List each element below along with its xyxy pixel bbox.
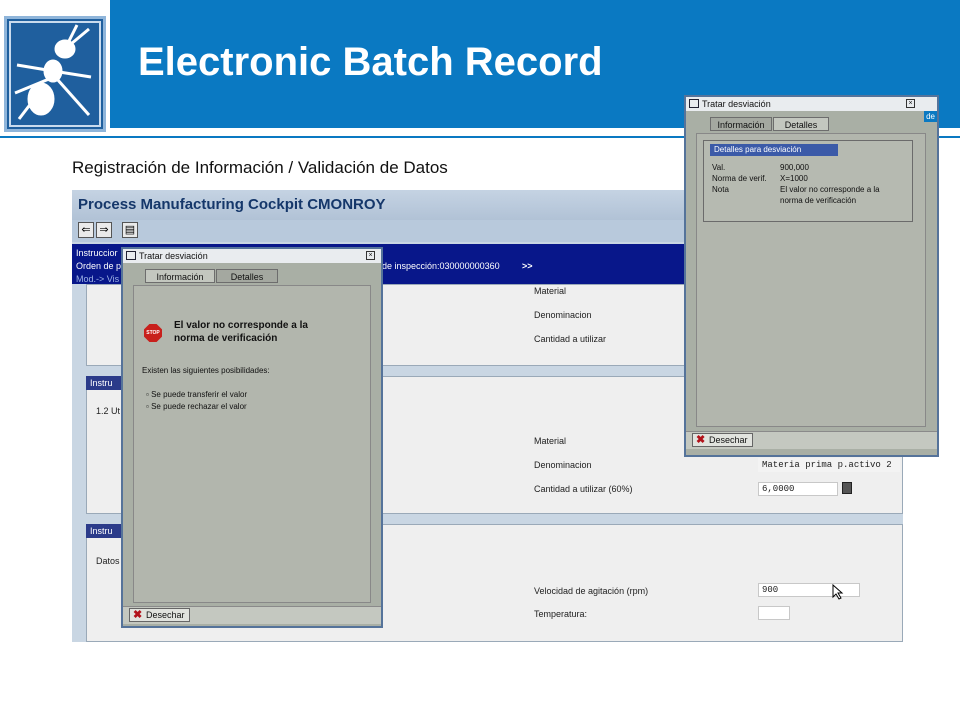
tab-detalles[interactable]: Detalles — [216, 269, 278, 283]
dialog-title: Tratar desviación — [139, 251, 208, 261]
dialog-info-body: STOP El valor no corresponde a la norma … — [133, 285, 371, 603]
section-2-header: Instru — [86, 376, 122, 390]
ant-logo-icon — [7, 19, 103, 129]
expand-link[interactable]: >> — [522, 261, 533, 271]
close-icon: ✖ — [133, 609, 143, 621]
option-item: ▫ Se puede transferir el valor — [146, 390, 248, 399]
denominacion-value: Materia prima p.activo 2 — [758, 458, 900, 472]
desechar-button[interactable]: ✖ Desechar — [129, 608, 190, 622]
arrow-right-icon[interactable]: ⇒ — [96, 222, 112, 238]
calculator-icon[interactable] — [842, 482, 852, 494]
tab-informacion[interactable]: Información — [145, 269, 215, 283]
cantidad-label: Cantidad a utilizar — [534, 334, 607, 344]
tab-informacion[interactable]: Información — [710, 117, 772, 131]
arrow-left-icon[interactable]: ⇐ — [78, 222, 94, 238]
option-item: ▫ Se puede rechazar el valor — [146, 402, 247, 411]
logo-frame — [4, 16, 106, 132]
options-intro: Existen las siguientes posibilidades: — [142, 366, 270, 375]
val-label: Val. — [712, 163, 726, 172]
close-icon[interactable]: × — [906, 99, 915, 108]
dialog-footer: ✖ Desechar — [123, 606, 381, 624]
header-line2: Orden de p — [76, 261, 122, 271]
cantidad-field[interactable]: 6,0000 — [758, 482, 838, 496]
error-line1: El valor no corresponde a la — [174, 320, 308, 331]
app-title: Process Manufacturing Cockpit CMONROY — [78, 196, 386, 213]
desechar-button[interactable]: ✖ Desechar — [692, 433, 753, 447]
deviation-dialog-details: Tratar desviación × de Información Detal… — [684, 95, 939, 457]
error-line2: norma de verificación — [174, 333, 278, 344]
details-group-title: Detalles para desviación — [710, 144, 838, 156]
logo — [0, 12, 110, 136]
details-group: Detalles para desviación Val. 900,000 No… — [703, 140, 913, 222]
slide-title: Electronic Batch Record — [138, 40, 603, 84]
norma-label: Norma de verif. — [712, 174, 767, 183]
header-line3: Mod.-> Vis — [76, 274, 120, 284]
inspection-lot: de inspección:030000000360 — [382, 261, 500, 271]
denominacion-label-2: Denominacion — [534, 460, 592, 470]
section-3-header: Instru — [86, 524, 122, 538]
deviation-dialog-info: Tratar desviación × Información Detalles… — [121, 247, 383, 628]
header-line1: Instruccior — [76, 248, 118, 258]
temperatura-field[interactable] — [758, 606, 790, 620]
norma-value: X=1000 — [780, 174, 808, 183]
tab-detalles[interactable]: Detalles — [773, 117, 829, 131]
nota-label: Nota — [712, 185, 729, 194]
close-icon[interactable]: × — [366, 251, 375, 260]
nota-value-line1: El valor no corresponde a la — [780, 185, 880, 194]
dialog-title: Tratar desviación — [702, 99, 771, 109]
dialog-title-bar: Tratar desviación × — [686, 97, 937, 111]
slide-subtitle: Registración de Información / Validación… — [72, 158, 448, 177]
material-label: Material — [534, 286, 567, 296]
denominacion-label: Denominacion — [534, 310, 592, 320]
temperatura-label: Temperatura: — [534, 609, 588, 619]
step-label: 1.2 Ut — [96, 406, 121, 416]
mouse-cursor-icon — [832, 584, 844, 600]
cantidad-label-2: Cantidad a utilizar (60%) — [534, 484, 633, 494]
velocidad-label: Velocidad de agitación (rpm) — [534, 586, 649, 596]
dialog-icon — [689, 99, 699, 108]
stop-icon: STOP — [144, 324, 162, 342]
datos-label: Datos — [96, 556, 120, 566]
nota-value-line2: norma de verificación — [780, 196, 857, 205]
close-icon: ✖ — [696, 434, 706, 446]
val-value: 900,000 — [780, 163, 809, 172]
page-icon[interactable]: ▤ — [122, 222, 138, 238]
dialog-details-body: Detalles para desviación Val. 900,000 No… — [696, 133, 926, 427]
dialog-title-bar: Tratar desviación × — [123, 249, 381, 263]
dialog-icon — [126, 251, 136, 260]
background-edge-text: de — [924, 111, 937, 122]
material-label-2: Material — [534, 436, 567, 446]
velocidad-field[interactable]: 900 — [758, 583, 860, 597]
dialog-footer: ✖ Desechar — [686, 431, 937, 449]
